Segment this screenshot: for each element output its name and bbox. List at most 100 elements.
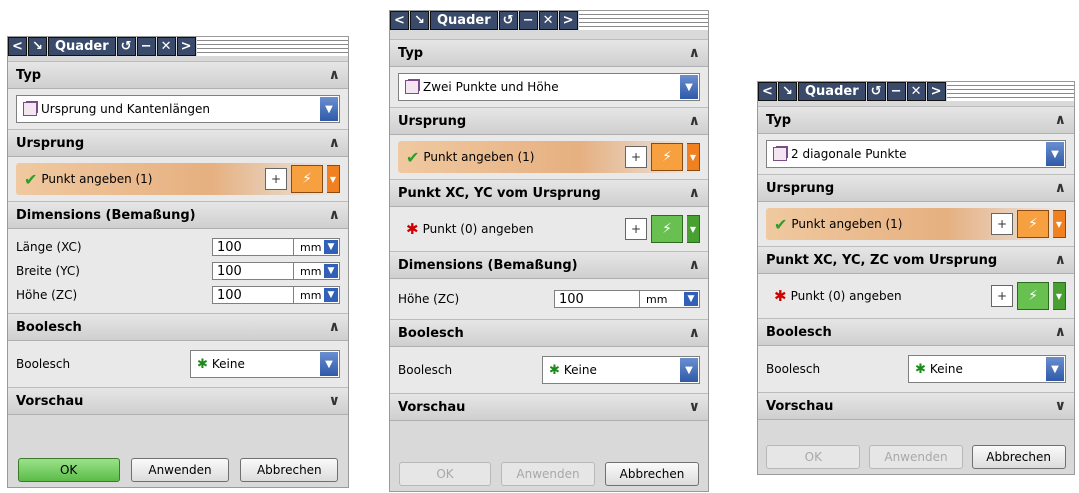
section-punkt-xc-yc[interactable]: Punkt XC, YC vom Ursprung ∧	[390, 179, 708, 207]
chevron-up-icon[interactable]: ∧	[1055, 112, 1066, 128]
laenge-input[interactable]: 100	[212, 238, 294, 256]
chevron-up-icon[interactable]: ∧	[1055, 180, 1066, 196]
close-icon[interactable]: ✕	[156, 36, 176, 56]
back-arrow-icon[interactable]: <	[8, 36, 27, 56]
reset-icon[interactable]: ↺	[116, 36, 136, 56]
dropdown-arrow-icon[interactable]: ▼	[684, 292, 698, 306]
dropdown-arrow-icon[interactable]: ▼	[680, 358, 698, 382]
chevron-down-icon[interactable]: ∨	[329, 393, 340, 409]
chevron-up-icon[interactable]: ∧	[329, 135, 340, 151]
cursor-arrow-icon[interactable]: ↘	[28, 36, 47, 56]
snap-point-icon[interactable]: ⚡	[651, 215, 683, 243]
section-dimensions[interactable]: Dimensions (Bemaßung) ∧	[390, 251, 708, 279]
dropdown-arrow-icon[interactable]: ▼	[324, 264, 338, 278]
snap-point-icon[interactable]: ⚡	[291, 165, 323, 193]
chevron-up-icon[interactable]: ∧	[689, 45, 700, 61]
forward-arrow-icon[interactable]: >	[926, 81, 946, 101]
chevron-up-icon[interactable]: ∧	[689, 325, 700, 341]
abbrechen-button[interactable]: Abbrechen	[971, 445, 1066, 469]
typ-select[interactable]: 2 diagonale Punkte ▼	[766, 140, 1066, 168]
ok-button[interactable]: OK	[399, 462, 491, 486]
forward-arrow-icon[interactable]: >	[558, 10, 578, 30]
typ-select[interactable]: Ursprung und Kantenlängen ▼	[16, 95, 340, 123]
unit-select[interactable]: mm ▼	[294, 286, 340, 304]
chevron-down-icon[interactable]: ∨	[689, 399, 700, 415]
breite-input[interactable]: 100	[212, 262, 294, 280]
abbrechen-button[interactable]: Abbrechen	[240, 458, 339, 482]
section-boolesch[interactable]: Boolesch ∧	[390, 319, 708, 347]
dropdown-arrow-icon[interactable]: ▼	[324, 240, 338, 254]
snap-point-icon[interactable]: ⚡	[1017, 210, 1049, 238]
anwenden-button[interactable]: Anwenden	[130, 458, 229, 482]
dropdown-arrow-icon[interactable]: ▼	[680, 75, 698, 99]
point-dialog-button[interactable]: +	[991, 213, 1013, 235]
section-vorschau[interactable]: Vorschau ∨	[758, 392, 1074, 420]
punkt-0-angeben-row[interactable]: ✱ Punkt (0) angeben + ⚡ ▼	[398, 213, 700, 245]
abbrechen-button[interactable]: Abbrechen	[605, 462, 699, 486]
unit-select[interactable]: mm ▼	[294, 262, 340, 280]
section-ursprung[interactable]: Ursprung ∧	[8, 129, 348, 157]
point-dialog-button[interactable]: +	[265, 168, 287, 190]
reset-icon[interactable]: ↺	[866, 81, 886, 101]
point-dialog-button[interactable]: +	[991, 285, 1013, 307]
dropdown-arrow-icon[interactable]: ▼	[320, 97, 338, 121]
chevron-down-icon[interactable]: ∨	[1055, 398, 1066, 414]
section-ursprung[interactable]: Ursprung ∧	[390, 107, 708, 135]
section-vorschau[interactable]: Vorschau ∨	[390, 393, 708, 421]
section-vorschau[interactable]: Vorschau ∨	[8, 387, 348, 415]
snap-dropdown-icon[interactable]: ▼	[687, 215, 700, 243]
unit-select[interactable]: mm ▼	[640, 290, 700, 308]
hoehe-input[interactable]: 100	[554, 290, 640, 308]
boolesch-select[interactable]: ✱ Keine ▼	[542, 356, 700, 384]
snap-dropdown-icon[interactable]: ▼	[687, 143, 700, 171]
point-dialog-button[interactable]: +	[625, 146, 647, 168]
chevron-up-icon[interactable]: ∧	[1055, 252, 1066, 268]
chevron-up-icon[interactable]: ∧	[1055, 324, 1066, 340]
chevron-up-icon[interactable]: ∧	[329, 319, 340, 335]
ok-button[interactable]: OK	[766, 445, 861, 469]
punkt-0-angeben-row[interactable]: ✱ Punkt (0) angeben + ⚡ ▼	[766, 280, 1066, 312]
section-ursprung[interactable]: Ursprung ∧	[758, 174, 1074, 202]
boolesch-select[interactable]: ✱ Keine ▼	[908, 355, 1066, 383]
cursor-arrow-icon[interactable]: ↘	[410, 10, 429, 30]
close-icon[interactable]: ✕	[906, 81, 926, 101]
snap-point-icon[interactable]: ⚡	[1017, 282, 1049, 310]
cursor-arrow-icon[interactable]: ↘	[778, 81, 797, 101]
dropdown-arrow-icon[interactable]: ▼	[320, 352, 338, 376]
hoehe-input[interactable]: 100	[212, 286, 294, 304]
point-dialog-button[interactable]: +	[625, 218, 647, 240]
punkt-angeben-row[interactable]: ✔ Punkt angeben (1) + ⚡ ▼	[766, 208, 1066, 240]
punkt-angeben-row[interactable]: ✔ Punkt angeben (1) + ⚡ ▼	[398, 141, 700, 173]
boolesch-select[interactable]: ✱ Keine ▼	[190, 350, 340, 378]
chevron-up-icon[interactable]: ∧	[689, 185, 700, 201]
dropdown-arrow-icon[interactable]: ▼	[1046, 142, 1064, 166]
section-typ[interactable]: Typ ∧	[8, 61, 348, 89]
chevron-up-icon[interactable]: ∧	[689, 257, 700, 273]
minimize-icon[interactable]: −	[886, 81, 906, 101]
section-boolesch[interactable]: Boolesch ∧	[8, 313, 348, 341]
minimize-icon[interactable]: −	[518, 10, 538, 30]
anwenden-button[interactable]: Anwenden	[501, 462, 595, 486]
punkt-angeben-row[interactable]: ✔ Punkt angeben (1) + ⚡ ▼	[16, 163, 340, 195]
section-typ[interactable]: Typ ∧	[390, 39, 708, 67]
section-dimensions[interactable]: Dimensions (Bemaßung) ∧	[8, 201, 348, 229]
chevron-up-icon[interactable]: ∧	[329, 207, 340, 223]
back-arrow-icon[interactable]: <	[390, 10, 409, 30]
section-typ[interactable]: Typ ∧	[758, 106, 1074, 134]
chevron-up-icon[interactable]: ∧	[329, 67, 340, 83]
minimize-icon[interactable]: −	[136, 36, 156, 56]
close-icon[interactable]: ✕	[538, 10, 558, 30]
dropdown-arrow-icon[interactable]: ▼	[1046, 357, 1064, 381]
forward-arrow-icon[interactable]: >	[176, 36, 196, 56]
back-arrow-icon[interactable]: <	[758, 81, 777, 101]
section-punkt-xc-yc-zc[interactable]: Punkt XC, YC, ZC vom Ursprung ∧	[758, 246, 1074, 274]
snap-point-icon[interactable]: ⚡	[651, 143, 683, 171]
chevron-up-icon[interactable]: ∧	[689, 113, 700, 129]
section-boolesch[interactable]: Boolesch ∧	[758, 318, 1074, 346]
snap-dropdown-icon[interactable]: ▼	[327, 165, 340, 193]
snap-dropdown-icon[interactable]: ▼	[1053, 282, 1066, 310]
typ-select[interactable]: Zwei Punkte und Höhe ▼	[398, 73, 700, 101]
unit-select[interactable]: mm ▼	[294, 238, 340, 256]
snap-dropdown-icon[interactable]: ▼	[1053, 210, 1066, 238]
dropdown-arrow-icon[interactable]: ▼	[324, 288, 338, 302]
